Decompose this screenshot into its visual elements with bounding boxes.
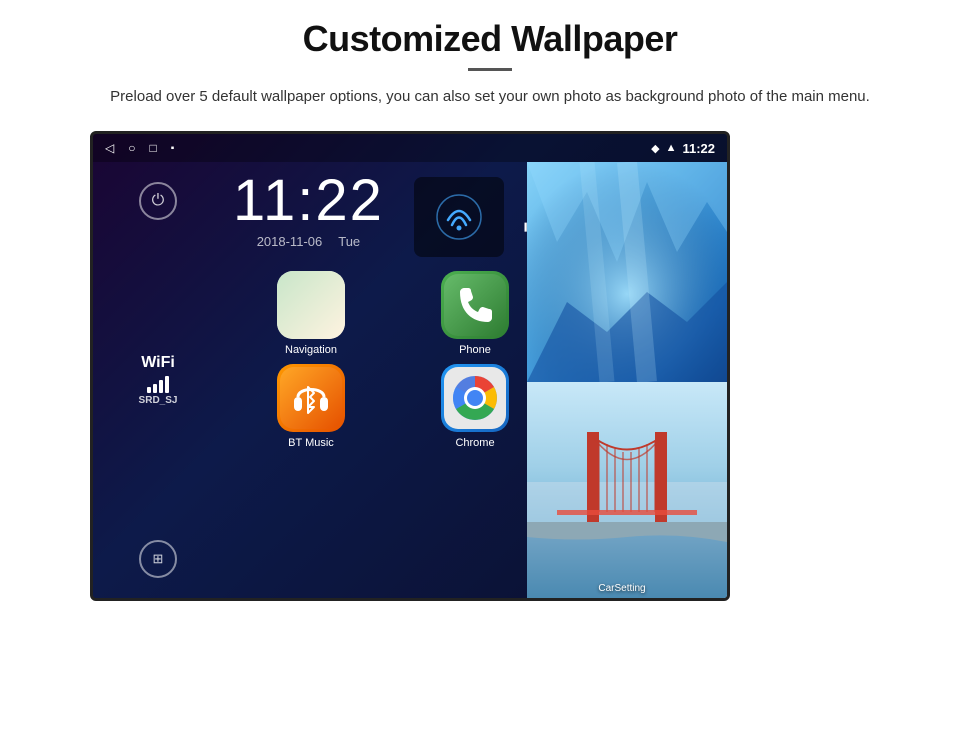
clock-date: 2018-11-06 (257, 234, 323, 249)
home-icon[interactable]: ○ (128, 141, 135, 155)
status-bar-left: ◁ ○ □ ▪ (105, 141, 174, 155)
screenshot-icon[interactable]: ▪ (171, 143, 175, 154)
app-item-navigation[interactable]: 280 Navigation (233, 271, 389, 356)
apps-grid-button[interactable]: ⊞ (139, 540, 177, 578)
bt-music-svg (280, 367, 342, 429)
device-container: ◁ ○ □ ▪ ◆ ▲ 11:22 ⏻ (90, 131, 890, 611)
back-icon[interactable]: ◁ (105, 141, 114, 155)
location-icon: ◆ (651, 142, 659, 155)
app-icon-chrome (441, 364, 509, 432)
status-time: 11:22 (682, 141, 715, 156)
page-description: Preload over 5 default wallpaper options… (110, 85, 870, 109)
chrome-svg (444, 367, 506, 429)
wifi-bar-3 (159, 380, 163, 393)
app-item-bt-music[interactable]: BT Music (233, 364, 389, 449)
clock-info: 11:22 2018-11-06 Tue (233, 172, 384, 257)
app-label-navigation: Navigation (285, 344, 337, 356)
wifi-widget: WiFi SRD_SJ (139, 354, 178, 406)
signal-icon: ▲ (666, 142, 677, 154)
wifi-label: WiFi (141, 354, 175, 372)
phone-svg (444, 274, 506, 336)
ice-cave-svg (527, 162, 727, 382)
recents-icon[interactable]: □ (149, 141, 156, 155)
media-widget[interactable] (414, 177, 504, 257)
wifi-bars (147, 376, 169, 393)
navigation-map-svg: 280 (280, 274, 342, 336)
app-label-chrome: Chrome (455, 437, 494, 449)
app-icon-navigation: 280 (277, 271, 345, 339)
clock-day: Tue (338, 234, 360, 249)
sidebar: ⏻ WiFi SRD_SJ ⊞ (93, 162, 223, 598)
wifi-ssid: SRD_SJ (139, 395, 178, 406)
wifi-bar-1 (147, 387, 151, 393)
status-bar: ◁ ○ □ ▪ ◆ ▲ 11:22 (93, 134, 727, 162)
title-divider (468, 68, 512, 71)
date-row: 2018-11-06 Tue (257, 234, 360, 249)
wallpaper-top (527, 162, 727, 382)
app-label-phone: Phone (459, 344, 491, 356)
wifi-bar-2 (153, 384, 157, 393)
wallpaper-bottom: CarSetting (527, 382, 727, 601)
page-wrapper: Customized Wallpaper Preload over 5 defa… (0, 0, 980, 742)
app-label-bt-music: BT Music (288, 437, 334, 449)
app-icon-bt-music (277, 364, 345, 432)
bridge-scene (527, 382, 727, 601)
media-wifi-icon (434, 192, 484, 242)
bridge-svg (527, 382, 727, 601)
status-bar-right: ◆ ▲ 11:22 (651, 141, 715, 156)
wallpaper-previews: CarSetting (527, 162, 727, 601)
wifi-bar-4 (165, 376, 169, 393)
carsetting-label: CarSetting (527, 583, 717, 594)
page-title: Customized Wallpaper (303, 18, 678, 60)
svg-text:280: 280 (298, 302, 312, 311)
app-icon-phone (441, 271, 509, 339)
power-button[interactable]: ⏻ (139, 182, 177, 220)
android-screen: ◁ ○ □ ▪ ◆ ▲ 11:22 ⏻ (90, 131, 730, 601)
ice-cave (527, 162, 727, 382)
grid-icon: ⊞ (153, 551, 164, 567)
power-icon: ⏻ (152, 192, 165, 210)
big-clock: 11:22 (233, 172, 384, 230)
